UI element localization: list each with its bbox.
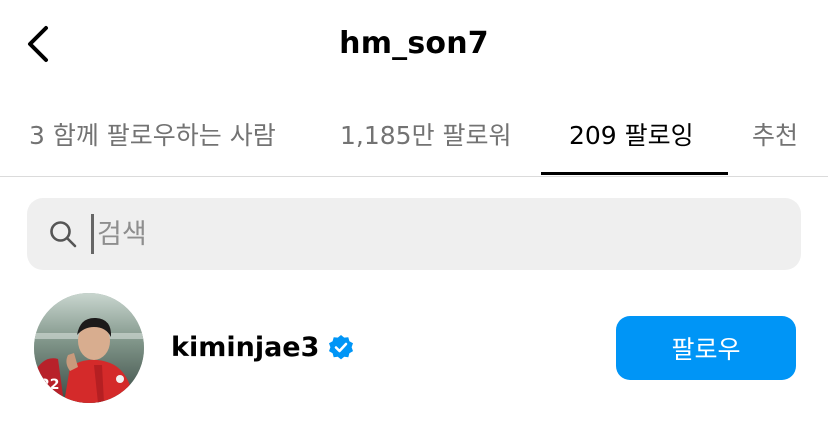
tab-bar: 3 함께 팔로우하는 사람 1,185만 팔로워 209 팔로잉 추천	[0, 98, 828, 177]
active-tab-indicator	[541, 172, 728, 175]
search-bar[interactable]	[27, 198, 801, 270]
text-cursor	[91, 214, 94, 254]
verified-badge-icon	[327, 334, 355, 362]
tab-suggested[interactable]: 추천	[752, 116, 798, 152]
tab-mutual-followers[interactable]: 3 함께 팔로우하는 사람	[29, 116, 276, 152]
page-title: hm_son7	[339, 26, 489, 61]
tab-followers[interactable]: 1,185만 팔로워	[340, 116, 512, 152]
svg-text:22: 22	[40, 377, 59, 393]
search-input[interactable]	[97, 208, 777, 260]
follow-button[interactable]: 팔로우	[616, 316, 796, 380]
tab-following[interactable]: 209 팔로잉	[569, 116, 694, 152]
search-icon	[47, 218, 79, 250]
username: kiminjae3	[171, 332, 320, 363]
list-item[interactable]: 22 kiminjae3 팔로우	[0, 290, 828, 408]
top-bar: hm_son7	[0, 0, 828, 90]
avatar[interactable]: 22	[34, 293, 144, 403]
user-link[interactable]: kiminjae3	[171, 332, 355, 363]
